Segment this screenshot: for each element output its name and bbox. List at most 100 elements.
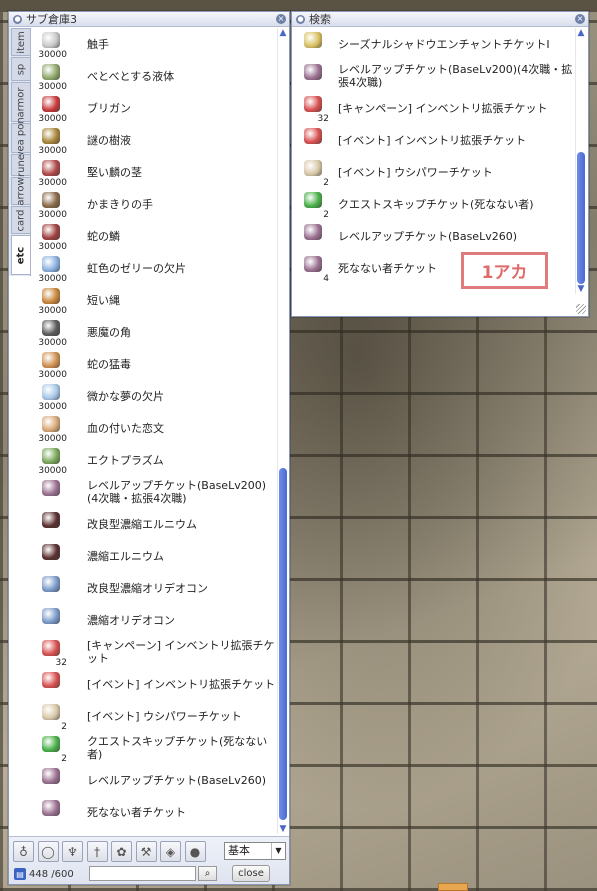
potion-icon[interactable]: ♁ (13, 841, 34, 862)
list-item[interactable]: [イベント] インベントリ拡張チケット (293, 124, 573, 156)
list-item[interactable]: 30000 蛇の猛毒 (31, 348, 277, 380)
item-quantity: 30000 (38, 402, 67, 412)
list-item[interactable]: 30000 触手 (31, 28, 277, 60)
scroll-icon (293, 28, 329, 60)
list-item[interactable]: 30000 謎の樹液 (31, 124, 277, 156)
search-scrollbar[interactable]: ▲ ▼ (575, 28, 585, 294)
list-item[interactable]: レベルアップチケット(BaseLv260) (31, 764, 277, 796)
tab-armor[interactable]: armor (11, 82, 30, 122)
tab-sp[interactable]: sp (11, 57, 30, 81)
chevron-down-icon[interactable]: ▼ (271, 843, 285, 859)
item-glyph (42, 448, 60, 464)
list-item[interactable]: 30000 短い縄 (31, 284, 277, 316)
close-button[interactable]: close (232, 865, 270, 882)
list-item[interactable]: レベルアップチケット(BaseLv200)(4次職・拡張4次職) (31, 476, 277, 508)
list-item[interactable]: 30000 堅い麟の茎 (31, 156, 277, 188)
tab-item[interactable]: item (11, 28, 30, 56)
search-scroll-thumb[interactable] (577, 152, 585, 284)
list-item[interactable]: 30000 べとべとする液体 (31, 60, 277, 92)
scroll-up-icon[interactable]: ▲ (576, 28, 586, 38)
close-icon[interactable]: × (575, 14, 585, 24)
list-item[interactable]: 30000 かまきりの手 (31, 188, 277, 220)
list-item[interactable]: [イベント] インベントリ拡張チケット (31, 668, 277, 700)
storage-scroll-thumb[interactable] (279, 468, 287, 820)
list-item[interactable]: 32 [キャンペーン] インベントリ拡張チケット (293, 92, 573, 124)
list-item[interactable]: レベルアップチケット(BaseLv260) (293, 220, 573, 252)
scroll-up-icon[interactable]: ▲ (278, 28, 288, 38)
elunium-icon (31, 508, 67, 540)
storage-scrollbar[interactable]: ▲ ▼ (277, 28, 287, 834)
tab-rune[interactable]: rune (11, 154, 30, 176)
ring-icon[interactable]: ◯ (37, 841, 59, 862)
item-quantity: 30000 (38, 82, 67, 92)
close-icon[interactable]: × (276, 14, 286, 24)
window-menu-icon[interactable]: ● (13, 14, 22, 24)
list-item[interactable]: 2 [イベント] ウシパワーチケット (31, 700, 277, 732)
mantis-hand-icon: 30000 (31, 188, 67, 220)
item-name: 死なない者チケット (87, 805, 186, 819)
item-glyph (42, 512, 60, 528)
list-item[interactable]: 2 クエストスキップチケット(死なない者) (31, 732, 277, 764)
list-item[interactable]: 改良型濃縮オリデオコン (31, 572, 277, 604)
scroll-down-icon[interactable]: ▼ (278, 824, 288, 834)
list-item[interactable]: 30000 微かな夢の欠片 (31, 380, 277, 412)
scroll-down-icon[interactable]: ▼ (576, 284, 586, 294)
tab-card[interactable]: card (11, 206, 30, 234)
orange-tab[interactable] (438, 883, 468, 891)
item-quantity: 32 (55, 658, 67, 668)
list-item[interactable]: 30000 虹色のゼリーの欠片 (31, 252, 277, 284)
list-item[interactable]: 2 [イベント] ウシパワーチケット (293, 156, 573, 188)
list-item[interactable]: レベルアップチケット(BaseLv200)(4次職・拡張4次職) (293, 60, 573, 92)
tool-icon[interactable]: ⚒ (135, 841, 157, 862)
list-item[interactable]: 死なない者チケット (31, 796, 277, 828)
list-item[interactable]: 30000 悪魔の角 (31, 316, 277, 348)
search-icon[interactable]: ⌕ (198, 866, 217, 881)
window-menu-icon[interactable]: ● (296, 14, 305, 24)
list-item[interactable]: 30000 エクトプラズム (31, 444, 277, 476)
list-item[interactable]: 濃縮オリデオコン (31, 604, 277, 636)
levelup-ticket-icon (293, 220, 329, 252)
item-name: シーズナルシャドウエンチャントチケットI (338, 37, 550, 51)
mode-select[interactable]: 基本 ▼ (224, 842, 286, 860)
sword-icon[interactable]: † (86, 841, 108, 862)
item-name: 改良型濃縮エルニウム (87, 517, 197, 531)
item-glyph (304, 256, 322, 272)
list-item[interactable]: 改良型濃縮エルニウム (31, 508, 277, 540)
item-glyph (304, 160, 322, 176)
crest-icon[interactable]: ◈ (160, 841, 181, 862)
annotation-label: 1アカ (461, 252, 548, 289)
oridecon-icon (31, 604, 67, 636)
quest-skip-ticket-icon: 2 (31, 732, 67, 764)
list-item[interactable]: 32 [キャンペーン] インベントリ拡張チケット (31, 636, 277, 668)
item-name: ブリガン (87, 101, 131, 115)
resize-handle[interactable] (576, 304, 586, 314)
item-quantity: 2 (61, 722, 67, 732)
inventory-ticket-icon: 32 (293, 92, 329, 124)
item-glyph (42, 256, 60, 272)
rope-icon: 30000 (31, 284, 67, 316)
list-item[interactable]: 濃縮エルニウム (31, 540, 277, 572)
list-item[interactable]: シーズナルシャドウエンチャントチケットI (293, 28, 573, 60)
storage-titlebar[interactable]: ● サブ倉庫3 × (9, 12, 289, 27)
list-item[interactable]: 30000 蛇の鱗 (31, 220, 277, 252)
list-item[interactable]: 30000 血の付いた恋文 (31, 412, 277, 444)
search-titlebar[interactable]: ● 検索 × (292, 12, 588, 27)
undying-ticket-icon (31, 796, 67, 828)
item-name: レベルアップチケット(BaseLv200)(4次職・拡張4次職) (87, 479, 267, 505)
search-input[interactable] (89, 866, 196, 881)
item-glyph (304, 224, 322, 240)
tab-etc[interactable]: etc (11, 235, 30, 275)
jelly-icon: 30000 (31, 252, 67, 284)
item-glyph (42, 672, 60, 688)
list-item[interactable]: 2 クエストスキップチケット(死なない者) (293, 188, 573, 220)
list-item[interactable]: 30000 ブリガン (31, 92, 277, 124)
tab-arrow[interactable]: arrow (11, 177, 30, 205)
dream-shard-icon: 30000 (31, 380, 67, 412)
item-name: 悪魔の角 (87, 325, 131, 339)
shield-icon[interactable]: ♆ (62, 841, 83, 862)
item-name: かまきりの手 (87, 197, 153, 211)
item-quantity: 30000 (38, 370, 67, 380)
cards-icon[interactable]: ✿ (111, 841, 132, 862)
tab-wea-pon[interactable]: wea pon (11, 117, 30, 159)
orb-icon[interactable]: ● (184, 841, 206, 862)
